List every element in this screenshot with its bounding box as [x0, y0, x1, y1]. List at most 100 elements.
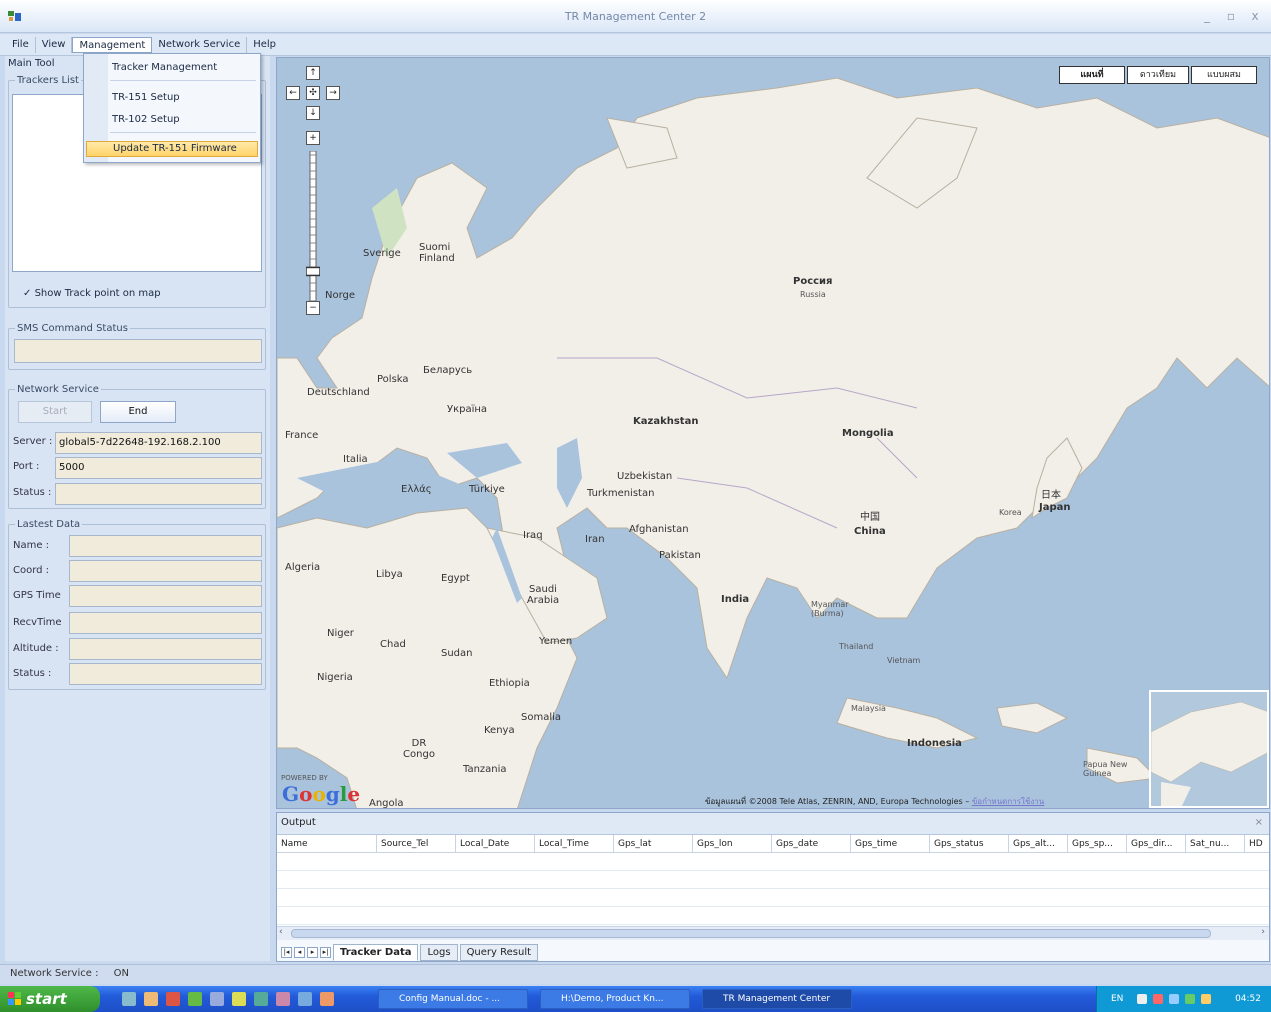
- pan-up-button[interactable]: ↑: [306, 66, 320, 80]
- col-source-tel[interactable]: Source_Tel: [377, 835, 456, 852]
- first-tab-icon[interactable]: |◂: [281, 946, 292, 958]
- altitude-field: [69, 638, 262, 660]
- maximize-button[interactable]: ▫: [1225, 9, 1237, 23]
- col-gps-lat[interactable]: Gps_lat: [614, 835, 693, 852]
- label-algeria: Algeria: [285, 562, 321, 573]
- pan-down-button[interactable]: ↓: [306, 106, 320, 120]
- scroll-right-icon[interactable]: ›: [1261, 927, 1265, 937]
- col-sat-num[interactable]: Sat_nu...: [1186, 835, 1245, 852]
- label-mongolia: Mongolia: [842, 428, 894, 439]
- col-gps-time[interactable]: Gps_time: [851, 835, 930, 852]
- quicklaunch-icon[interactable]: [188, 992, 202, 1006]
- label-kenya: Kenya: [484, 725, 515, 736]
- tray-icon[interactable]: [1137, 994, 1147, 1004]
- scroll-thumb[interactable]: [291, 929, 1211, 938]
- minimap-land: [1151, 701, 1267, 806]
- menu-help[interactable]: Help: [247, 37, 282, 53]
- col-gps-status[interactable]: Gps_status: [930, 835, 1009, 852]
- zoom-slider[interactable]: [306, 151, 320, 301]
- col-local-date[interactable]: Local_Date: [456, 835, 535, 852]
- pan-right-button[interactable]: →: [326, 86, 340, 100]
- tray-icon[interactable]: [1169, 994, 1179, 1004]
- quicklaunch-icon[interactable]: [232, 992, 246, 1006]
- menu-item-tracker-management[interactable]: Tracker Management: [112, 62, 217, 73]
- label-angola: Angola: [369, 798, 404, 809]
- menu-item-update-firmware[interactable]: Update TR-151 Firmware: [86, 141, 258, 157]
- label-india: India: [721, 594, 750, 605]
- label-yemen: Yemen: [539, 636, 573, 647]
- terms-link[interactable]: ข้อกำหนดการใช้งาน: [972, 797, 1044, 806]
- port-field[interactable]: 5000: [55, 457, 262, 479]
- tab-query-result[interactable]: Query Result: [459, 943, 539, 961]
- quicklaunch-icon[interactable]: [276, 992, 290, 1006]
- label-saudi-arabia: Saudi Arabia: [526, 584, 560, 606]
- start-button-taskbar[interactable]: start: [0, 986, 100, 1012]
- col-gps-lon[interactable]: Gps_lon: [693, 835, 772, 852]
- close-icon[interactable]: ×: [1255, 813, 1263, 833]
- quicklaunch-icon[interactable]: [254, 992, 268, 1006]
- next-tab-icon[interactable]: ▸: [307, 946, 318, 958]
- last-tab-icon[interactable]: ▸|: [320, 946, 331, 958]
- map-view[interactable]: ↑ ← ✣ → ↓ + − แผนที่ ดาวเทียม แบบผสม Рос…: [276, 57, 1270, 809]
- coord-field: [69, 560, 262, 582]
- close-button[interactable]: x: [1249, 9, 1261, 23]
- quicklaunch-icon[interactable]: [298, 992, 312, 1006]
- map-type-map[interactable]: แผนที่: [1059, 66, 1125, 84]
- end-button[interactable]: End: [100, 401, 176, 423]
- language-indicator[interactable]: EN: [1111, 986, 1123, 1012]
- server-field[interactable]: global5-7d22648-192.168.2.100: [55, 432, 262, 454]
- prev-tab-icon[interactable]: ◂: [294, 946, 305, 958]
- tray-icon[interactable]: [1153, 994, 1163, 1004]
- tray-icon[interactable]: [1201, 994, 1211, 1004]
- label-iraq: Iraq: [523, 530, 543, 541]
- quicklaunch-icon[interactable]: [320, 992, 334, 1006]
- map-type-hybrid[interactable]: แบบผสม: [1191, 66, 1257, 84]
- menu-separator: [110, 80, 256, 81]
- col-gps-dir[interactable]: Gps_dir...: [1127, 835, 1186, 852]
- label-uzbekistan: Uzbekistan: [617, 471, 673, 482]
- gps-time-field: [69, 585, 262, 607]
- scroll-left-icon[interactable]: ‹: [279, 927, 283, 937]
- col-name[interactable]: Name: [277, 835, 377, 852]
- quicklaunch-icon[interactable]: [210, 992, 224, 1006]
- label-ukraine: Україна: [447, 404, 488, 415]
- menu-view[interactable]: View: [36, 36, 73, 53]
- col-gps-alt[interactable]: Gps_alt...: [1009, 835, 1068, 852]
- col-gps-date[interactable]: Gps_date: [772, 835, 851, 852]
- show-track-point-checkbox[interactable]: ✓ Show Track point on map: [23, 288, 161, 299]
- pan-center-button[interactable]: ✣: [306, 86, 320, 100]
- tray-icon[interactable]: [1185, 994, 1195, 1004]
- start-button[interactable]: Start: [18, 401, 92, 423]
- horizontal-scrollbar[interactable]: ‹ ›: [277, 926, 1269, 940]
- status-bar-label: Network Service :: [10, 968, 99, 979]
- tab-tracker-data[interactable]: Tracker Data: [333, 943, 419, 961]
- start-label: start: [26, 990, 67, 1008]
- menu-item-tr151-setup[interactable]: TR-151 Setup: [112, 92, 180, 103]
- quicklaunch-icon[interactable]: [144, 992, 158, 1006]
- task-config-manual[interactable]: Config Manual.doc - ...: [378, 989, 528, 1009]
- label-nigeria: Nigeria: [317, 672, 353, 683]
- system-tray: EN 04:52: [1096, 986, 1271, 1012]
- menu-file[interactable]: File: [6, 36, 36, 53]
- map-type-satellite[interactable]: ดาวเทียม: [1127, 66, 1189, 84]
- col-gps-speed[interactable]: Gps_sp...: [1068, 835, 1127, 852]
- menu-network-service[interactable]: Network Service: [152, 36, 248, 53]
- col-hd[interactable]: HD: [1245, 835, 1269, 852]
- tab-logs[interactable]: Logs: [420, 943, 458, 961]
- zoom-out-button[interactable]: −: [306, 301, 320, 315]
- quicklaunch-icon[interactable]: [166, 992, 180, 1006]
- overview-minimap[interactable]: [1149, 690, 1269, 808]
- pan-left-button[interactable]: ←: [286, 86, 300, 100]
- col-local-time[interactable]: Local_Time: [535, 835, 614, 852]
- menu-item-tr102-setup[interactable]: TR-102 Setup: [112, 114, 180, 125]
- task-tr-management[interactable]: TR Management Center: [702, 989, 852, 1009]
- label-myanmar: Myanmar (Burma): [811, 600, 849, 618]
- zoom-in-button[interactable]: +: [306, 131, 320, 145]
- network-service-label: Network Service: [15, 384, 101, 395]
- tracker-data-grid[interactable]: Name Source_Tel Local_Date Local_Time Gp…: [277, 835, 1269, 931]
- menu-management[interactable]: Management: [72, 36, 153, 53]
- minimize-button[interactable]: _: [1201, 9, 1213, 23]
- task-demo-folder[interactable]: H:\Demo, Product Kn...: [540, 989, 690, 1009]
- label-suomi: Suomi Finland: [419, 242, 455, 264]
- quicklaunch-icon[interactable]: [122, 992, 136, 1006]
